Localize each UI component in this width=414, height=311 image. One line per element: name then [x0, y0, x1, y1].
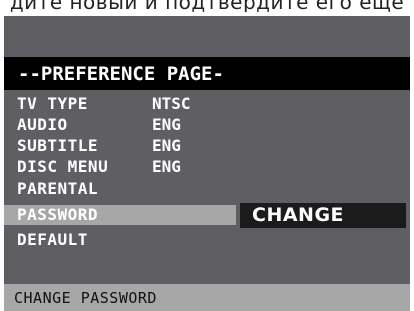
menu-item-parental[interactable]: PARENTAL	[4, 179, 410, 199]
osd-screen: --PREFERENCE PAGE- TV TYPE NTSC AUDIO EN…	[4, 16, 410, 311]
menu-item-label: AUDIO	[17, 115, 68, 134]
menu-item-value: ENG	[152, 136, 181, 155]
status-text: CHANGE PASSWORD	[14, 289, 157, 307]
menu-item-audio[interactable]: AUDIO ENG	[4, 115, 410, 135]
menu-item-label: DEFAULT	[17, 230, 88, 249]
menu-item-tv-type[interactable]: TV TYPE NTSC	[4, 94, 410, 114]
menu-item-subtitle[interactable]: SUBTITLE ENG	[4, 136, 410, 156]
menu-item-label: DISC MENU	[17, 157, 109, 176]
change-option-button[interactable]: CHANGE	[240, 203, 406, 228]
menu-item-label: SUBTITLE	[17, 136, 99, 155]
menu-item-disc-menu[interactable]: DISC MENU ENG	[4, 157, 410, 177]
menu-item-label: TV TYPE	[17, 94, 88, 113]
menu-title: --PREFERENCE PAGE-	[18, 63, 224, 85]
page-caption: дите новый и подтвердите его еще	[9, 0, 405, 12]
menu-item-value: ENG	[152, 157, 181, 176]
menu-item-password[interactable]: PASSWORD	[4, 205, 236, 225]
menu-item-label: PARENTAL	[17, 179, 99, 198]
menu-item-value: NTSC	[152, 94, 191, 113]
change-option-label: CHANGE	[252, 204, 345, 226]
menu-item-value: ENG	[152, 115, 181, 134]
menu-title-bar: --PREFERENCE PAGE-	[4, 57, 410, 90]
status-bar: CHANGE PASSWORD	[4, 284, 410, 311]
menu-item-label: PASSWORD	[17, 205, 99, 224]
menu-item-default[interactable]: DEFAULT	[4, 230, 410, 250]
